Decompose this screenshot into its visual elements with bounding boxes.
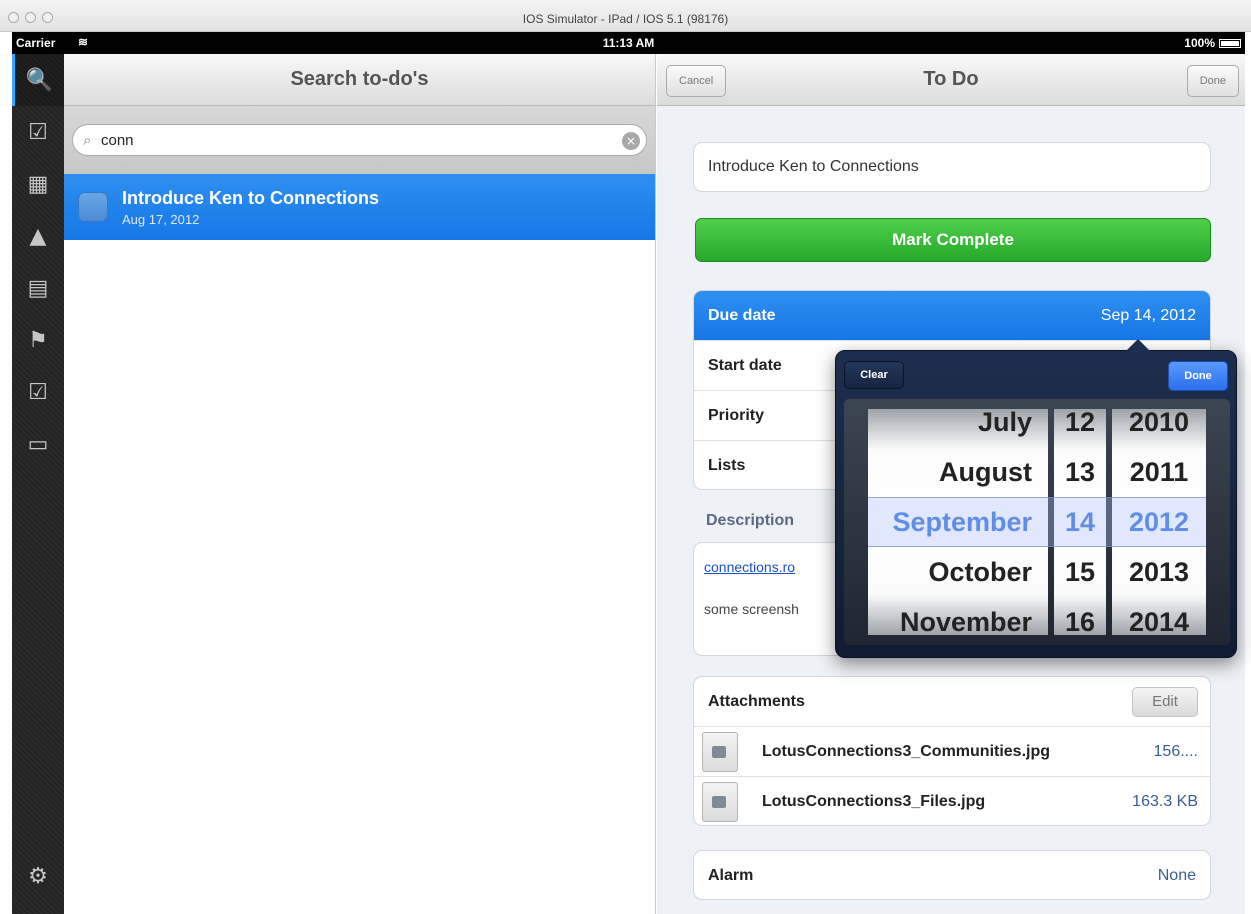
lists-label: Lists: [708, 457, 746, 474]
image-file-icon: [702, 782, 738, 822]
attachments-header: Attachments Edit: [694, 677, 1210, 727]
todo-check-icon[interactable]: ☑: [12, 106, 64, 158]
day-option[interactable]: 16: [1054, 597, 1106, 635]
month-option[interactable]: August: [939, 447, 1032, 497]
year-option[interactable]: 2011: [1112, 447, 1206, 497]
clear-date-button[interactable]: Clear: [844, 361, 904, 389]
detail-navbar: Cancel To Do Done: [657, 54, 1245, 106]
description-text: some screensh: [704, 601, 799, 617]
attachment-row[interactable]: LotusConnections3_Files.jpg 163.3 KB: [694, 777, 1210, 825]
attachments-label: Attachments: [708, 692, 805, 710]
search-query: conn: [101, 131, 134, 149]
search-navbar: Search to-do's: [64, 54, 655, 106]
calendar-icon[interactable]: ▤: [12, 262, 64, 314]
cancel-button[interactable]: Cancel: [666, 65, 727, 97]
alarm-row-group: Alarm None: [693, 850, 1211, 900]
clear-search-icon[interactable]: ×: [622, 132, 640, 150]
date-picker-done-button[interactable]: Done: [1168, 361, 1228, 391]
simulator-titlebar: IOS Simulator - IPad / IOS 5.1 (98176): [0, 0, 1251, 32]
search-result-row[interactable]: Introduce Ken to Connections Aug 17, 201…: [64, 174, 655, 240]
mark-complete-button[interactable]: Mark Complete: [695, 218, 1211, 262]
calendar-day-icon[interactable]: ▦: [12, 158, 64, 210]
done-button[interactable]: Done: [1186, 65, 1239, 97]
window-title: IOS Simulator - IPad / IOS 5.1 (98176): [522, 12, 729, 26]
search-icon[interactable]: 🔍: [12, 54, 64, 106]
year-option[interactable]: 2010: [1112, 409, 1206, 447]
battery-indicator: 100%: [1184, 36, 1241, 50]
popover-arrow: [1126, 339, 1150, 351]
day-option[interactable]: 12: [1054, 409, 1106, 447]
ios-status-bar: Carrier ≋ 11:13 AM 100%: [12, 32, 1245, 54]
day-option[interactable]: 13: [1054, 447, 1106, 497]
date-picker-wheels: July August September October November 12 13 1…: [844, 399, 1230, 645]
todo-title-text: Introduce Ken to Connections: [708, 158, 919, 175]
settings-gear-icon[interactable]: ⚙: [12, 850, 64, 902]
search-icon: ⌕: [83, 131, 92, 149]
month-option[interactable]: July: [978, 409, 1032, 447]
attachment-row[interactable]: LotusConnections3_Communities.jpg 156...…: [694, 727, 1210, 777]
inbox-icon[interactable]: ▭: [12, 418, 64, 470]
search-input[interactable]: ⌕ conn ×: [72, 124, 647, 156]
battery-percent: 100%: [1184, 36, 1215, 50]
search-pane-title: Search to-do's: [290, 68, 429, 90]
attachment-name: LotusConnections3_Files.jpg: [762, 793, 986, 810]
year-option[interactable]: 2014: [1112, 597, 1206, 635]
image-file-icon: [702, 731, 738, 772]
todo-checkbox[interactable]: [78, 192, 108, 222]
completed-icon[interactable]: ☑: [12, 366, 64, 418]
description-label: Description: [706, 512, 795, 529]
todo-title-field[interactable]: Introduce Ken to Connections: [693, 142, 1211, 192]
result-date: Aug 17, 2012: [122, 212, 200, 227]
start-date-label: Start date: [708, 356, 782, 374]
flag-icon[interactable]: ⚑: [12, 314, 64, 366]
picker-selection-band: [868, 497, 1206, 547]
detail-title: To Do: [923, 68, 979, 90]
month-option[interactable]: October: [928, 547, 1032, 597]
search-pane: Search to-do's ⌕ conn × Introduce Ken to…: [64, 54, 656, 914]
year-option[interactable]: 2013: [1112, 547, 1206, 597]
result-title: Introduce Ken to Connections: [122, 188, 380, 208]
month-option[interactable]: November: [900, 597, 1032, 635]
alarm-label: Alarm: [708, 867, 754, 884]
attachment-name: LotusConnections3_Communities.jpg: [762, 742, 1051, 760]
due-date-value: Sep 14, 2012: [1100, 306, 1196, 324]
warning-icon[interactable]: ▲: [12, 210, 64, 262]
attachment-size: 156....: [1153, 742, 1198, 760]
attachments-edit-button[interactable]: Edit: [1132, 686, 1198, 717]
battery-icon: [1219, 38, 1241, 48]
alarm-value: None: [1157, 867, 1196, 884]
date-picker-popover: Clear Done July August September October Nov…: [835, 339, 1237, 658]
sidebar-rail: 🔍 ☑ ▦ ▲ ▤ ⚑ ☑ ▭ ⚙: [12, 54, 64, 914]
alarm-row[interactable]: Alarm None: [694, 851, 1210, 899]
priority-label: Priority: [708, 406, 765, 424]
description-link[interactable]: connections.ro: [704, 559, 795, 575]
status-time: 11:13 AM: [602, 36, 655, 50]
due-date-label: Due date: [708, 306, 776, 324]
day-option[interactable]: 15: [1054, 547, 1106, 597]
search-bar: ⌕ conn ×: [64, 106, 655, 174]
due-date-row[interactable]: Due date Sep 14, 2012: [694, 291, 1210, 341]
attachment-size: 163.3 KB: [1132, 793, 1198, 810]
attachments-group: Attachments Edit LotusConnections3_Commu…: [693, 676, 1211, 826]
